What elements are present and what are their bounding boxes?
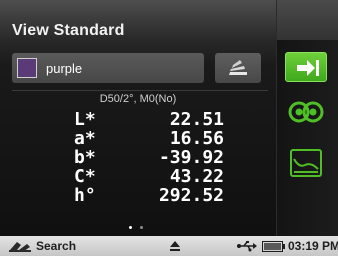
search-instrument-icon[interactable] [8, 239, 32, 253]
spectral-graph-icon [290, 149, 322, 177]
reading-row-b: b* -39.92 [74, 148, 224, 167]
sample-selector[interactable] [12, 53, 204, 83]
page-title: View Standard [12, 22, 125, 39]
eject-icon[interactable] [169, 240, 181, 252]
reading-row-L: L* 22.51 [74, 110, 224, 129]
battery-icon [262, 241, 285, 252]
reading-label: h° [74, 185, 96, 206]
illuminant-observer-label: D50/2°, M0(No) [99, 93, 177, 105]
main-panel: View Standard purple D50/2°, M0(No) L* 2… [0, 0, 276, 236]
reading-label: L* [74, 109, 96, 130]
search-label[interactable]: Search [36, 239, 76, 253]
reading-value: 22.51 [169, 109, 224, 130]
arrow-right-bar-icon [297, 60, 319, 76]
usb-icon [237, 241, 257, 252]
sample-name: purple [46, 61, 83, 76]
reading-value: 43.22 [169, 166, 224, 187]
page-dot-active[interactable] [129, 226, 132, 229]
reading-row-a: a* 16.56 [74, 129, 224, 148]
reading-label: b* [74, 147, 96, 168]
status-bar: Search 03:19 PM [0, 236, 338, 256]
divider [12, 90, 268, 91]
color-swatch [17, 58, 37, 78]
spectral-graph-button[interactable] [285, 146, 327, 177]
measure-mode-button[interactable] [215, 53, 261, 83]
reading-label: C* [74, 166, 96, 187]
compare-button[interactable] [285, 97, 327, 127]
reading-label: a* [74, 128, 96, 149]
reading-row-C: C* 43.22 [74, 167, 224, 186]
color-readings: L* 22.51 a* 16.56 b* -39.92 C* 43.22 h° … [74, 110, 224, 205]
reading-value: -39.92 [158, 147, 224, 168]
reading-row-h: h° 292.52 [74, 186, 224, 205]
next-button[interactable] [285, 52, 327, 82]
compare-circles-icon [288, 101, 324, 123]
side-toolbar-header [277, 0, 338, 40]
clock: 03:19 PM [288, 239, 338, 253]
page-dot[interactable] [140, 226, 143, 229]
fan-deck-icon [229, 60, 247, 75]
reading-value: 292.52 [158, 185, 224, 206]
side-toolbar [276, 0, 338, 236]
reading-value: 16.56 [169, 128, 224, 149]
